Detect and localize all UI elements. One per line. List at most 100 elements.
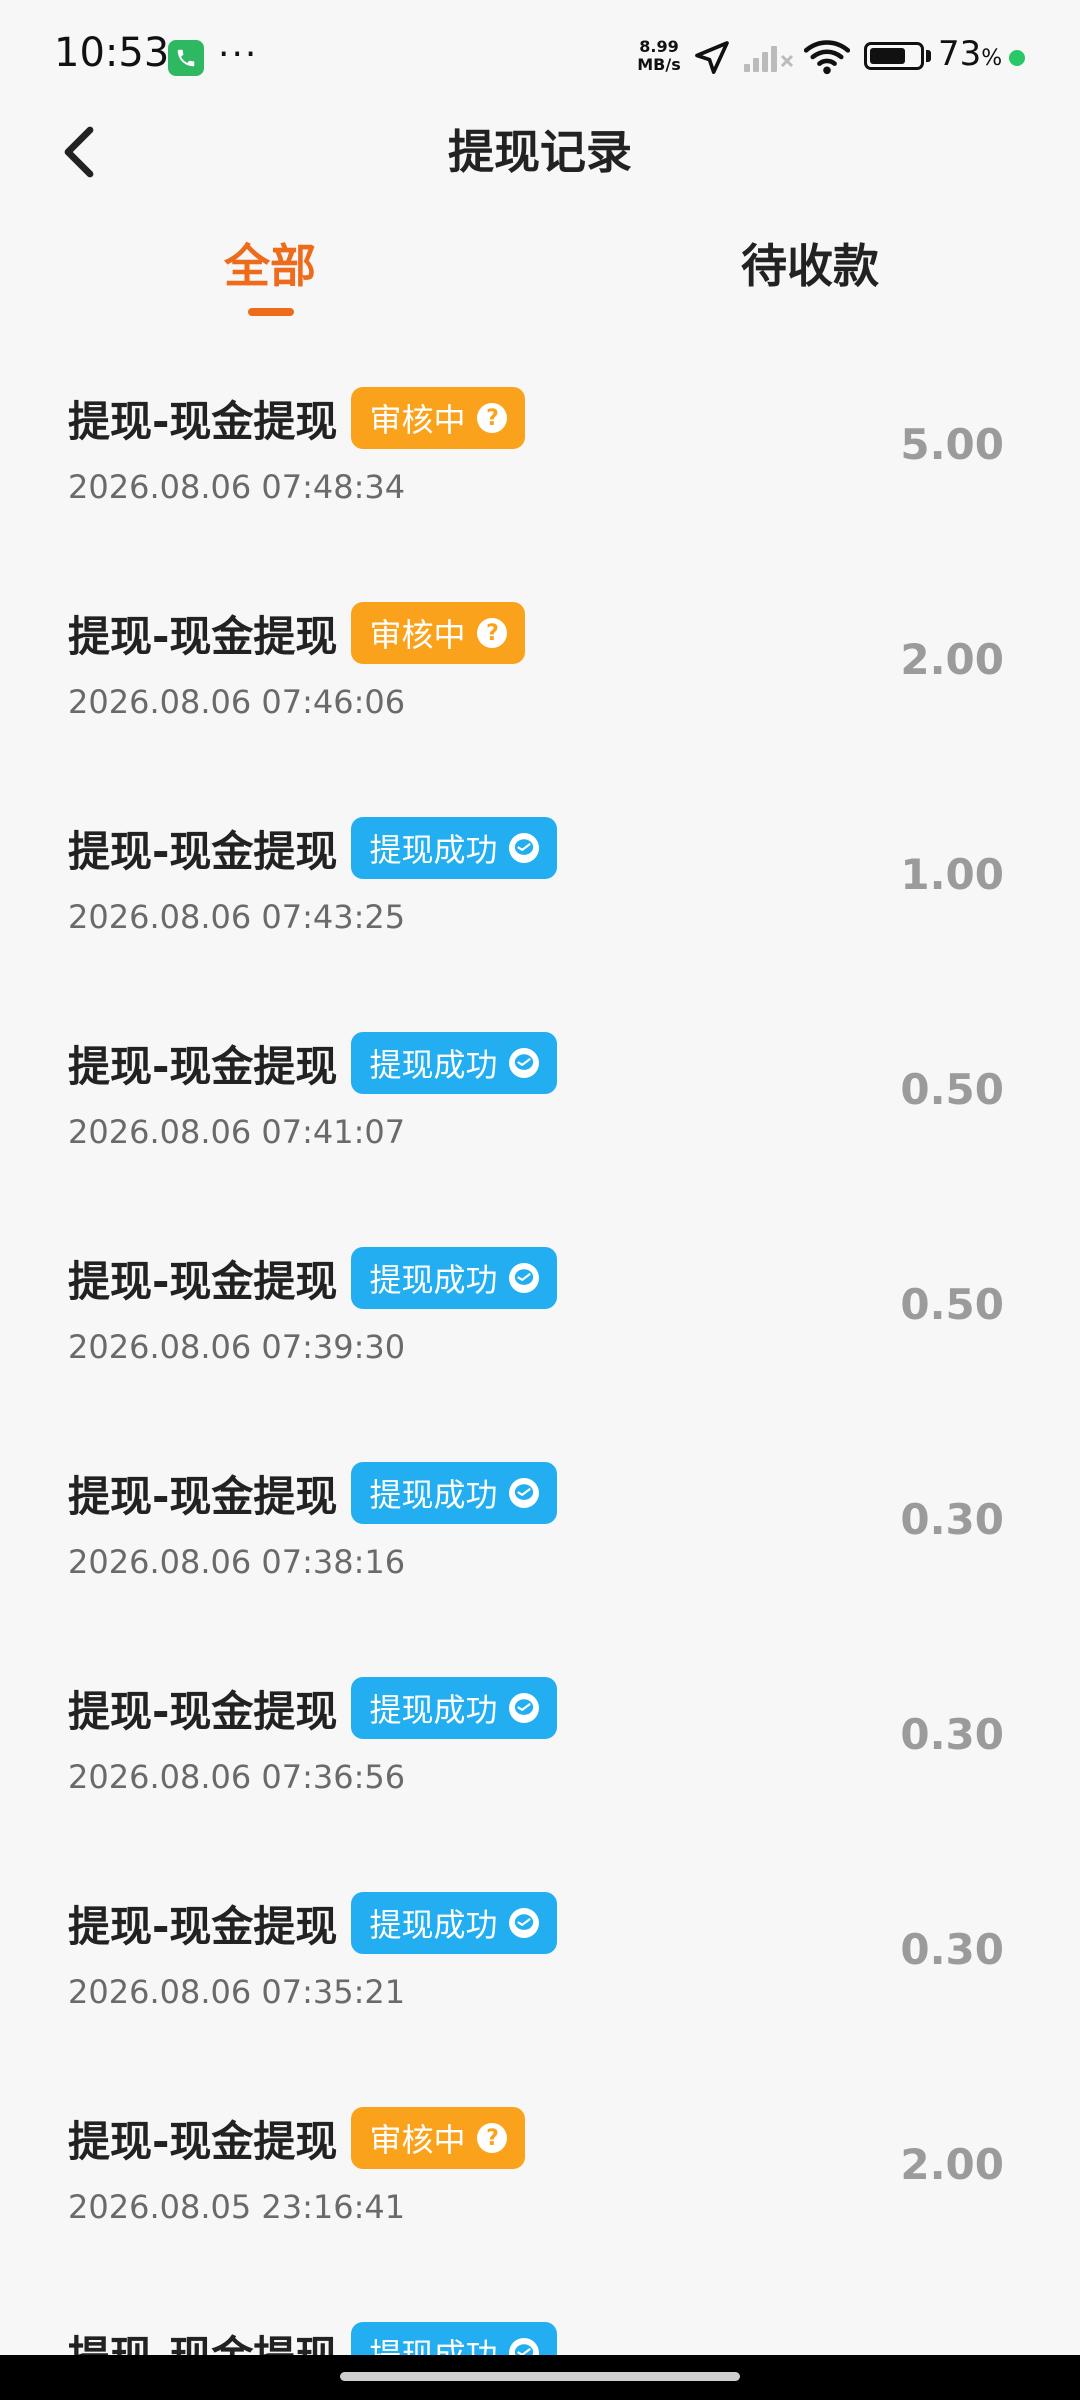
record-title-row: 提现-现金提现 审核中? <box>68 386 526 450</box>
record-amount: 1.00 <box>900 850 1004 899</box>
cellular-signal-icon <box>744 46 794 72</box>
record-row[interactable]: 提现-现金提现 提现成功 2026.08.06 07:43:25 1.00 <box>0 790 1080 1005</box>
question-circle-icon[interactable]: ? <box>477 618 508 648</box>
location-arrow-icon <box>695 41 729 74</box>
phone-call-icon <box>168 40 204 76</box>
record-time: 2026.08.06 07:46:06 <box>68 683 406 721</box>
status-more-dots: ··· <box>218 34 259 75</box>
wechat-icon <box>509 1908 540 1938</box>
record-amount: 2.00 <box>900 2140 1004 2189</box>
record-title-row: 提现-现金提现提现成功 <box>68 1031 558 1095</box>
wechat-icon <box>509 833 540 863</box>
record-amount: 0.30 <box>900 1495 1004 1544</box>
network-speed-unit: MB/s <box>637 55 681 74</box>
record-title-row: 提现-现金提现提现成功 <box>68 1461 558 1525</box>
record-title: 提现-现金提现 <box>68 1471 338 1521</box>
screen: 10:53 ··· 8.99 MB/s 73% 提现记录 全部 待收款 提现-现… <box>0 0 1080 2400</box>
question-circle-icon[interactable]: ? <box>477 2123 508 2153</box>
battery-icon <box>864 42 924 70</box>
record-title: 提现-现金提现 <box>68 2323 337 2356</box>
active-tab-indicator <box>248 308 294 316</box>
tab-all[interactable]: 全部 <box>120 230 420 296</box>
status-badge-label: 提现成功 <box>369 1476 498 1514</box>
record-title: 提现-现金提现 <box>68 2116 338 2166</box>
record-amount: 5.00 <box>900 420 1004 469</box>
wechat-icon <box>509 1478 540 1508</box>
status-badge-label: 审核中 <box>369 616 466 654</box>
wechat-icon <box>509 1693 540 1723</box>
status-time: 10:53 <box>54 30 170 76</box>
status-badge: 审核中? <box>351 387 526 449</box>
tab-pending-receipt[interactable]: 待收款 <box>660 230 960 296</box>
record-row[interactable]: 提现-现金提现 提现成功 2026.08.06 07:35:21 0.30 <box>0 1865 1080 2080</box>
question-circle-icon[interactable]: ? <box>477 403 508 433</box>
status-badge: 提现成功 <box>351 1462 558 1524</box>
status-badge: 提现成功 <box>351 1032 558 1094</box>
record-title-row: 提现-现金提现 审核中? <box>68 601 526 665</box>
status-badge: 提现成功 <box>351 1247 558 1309</box>
record-title-row: 提现-现金提现提现成功 <box>68 2321 558 2356</box>
record-amount: 0.30 <box>900 1925 1004 1974</box>
record-title: 提现-现金提现 <box>68 1686 338 1736</box>
record-row[interactable]: 提现-现金提现 提现成功 2026.08.06 07:38:16 0.30 <box>0 1435 1080 1650</box>
record-title: 提现-现金提现 <box>68 826 338 876</box>
status-badge-label: 提现成功 <box>369 1261 498 1299</box>
record-amount: 2.00 <box>900 635 1004 684</box>
record-time: 2026.08.05 23:16:41 <box>68 2188 406 2226</box>
gesture-nav-bar <box>0 2355 1080 2400</box>
status-badge-label: 提现成功 <box>369 1691 498 1729</box>
record-title-row: 提现-现金提现提现成功 <box>68 1891 558 1955</box>
page-title: 提现记录 <box>448 125 632 179</box>
record-amount: 0.50 <box>900 1065 1004 1114</box>
header: 提现记录 <box>0 110 1080 230</box>
record-time: 2026.08.06 07:35:21 <box>68 1973 406 2011</box>
status-badge: 提现成功 <box>351 817 558 879</box>
record-title-row: 提现-现金提现提现成功 <box>68 1246 558 1310</box>
record-amount: 0.30 <box>900 1710 1004 1759</box>
wechat-icon <box>509 1048 540 1078</box>
battery-percent-value: 73 <box>938 34 982 74</box>
wifi-icon <box>804 40 850 75</box>
record-title: 提现-现金提现 <box>68 1256 338 1306</box>
status-badge-label: 提现成功 <box>369 1906 498 1944</box>
status-bar: 10:53 ··· 8.99 MB/s 73% <box>0 0 1080 110</box>
record-time: 2026.08.06 07:36:56 <box>68 1758 406 1796</box>
record-amount: 0.50 <box>900 1280 1004 1329</box>
record-row[interactable]: 提现-现金提现 提现成功 2026.08.06 07:36:56 0.30 <box>0 1650 1080 1865</box>
record-title: 提现-现金提现 <box>68 1901 338 1951</box>
record-row[interactable]: 提现-现金提现 审核中? 2026.08.06 07:48:34 5.00 <box>0 360 1080 575</box>
status-indicator-dot <box>1009 50 1025 66</box>
battery-tip <box>926 50 931 62</box>
home-indicator[interactable] <box>340 2372 740 2381</box>
status-badge: 提现成功 <box>351 2322 558 2355</box>
record-row[interactable]: 提现-现金提现 审核中? 2026.08.06 07:46:06 2.00 <box>0 575 1080 790</box>
status-badge: 审核中? <box>351 602 526 664</box>
wechat-icon <box>509 1263 540 1293</box>
record-title: 提现-现金提现 <box>68 1041 338 1091</box>
record-title-row: 提现-现金提现提现成功 <box>68 816 558 880</box>
record-title: 提现-现金提现 <box>68 611 338 661</box>
status-badge-label: 审核中 <box>369 401 466 439</box>
status-badge: 审核中? <box>351 2107 526 2169</box>
record-row[interactable]: 提现-现金提现 提现成功 <box>0 2295 1080 2355</box>
wechat-icon <box>509 2338 540 2355</box>
status-badge-label: 提现成功 <box>369 831 498 869</box>
record-row[interactable]: 提现-现金提现 提现成功 2026.08.06 07:39:30 0.50 <box>0 1220 1080 1435</box>
record-title-row: 提现-现金提现提现成功 <box>68 1676 558 1740</box>
record-time: 2026.08.06 07:41:07 <box>68 1113 406 1151</box>
record-time: 2026.08.06 07:38:16 <box>68 1543 406 1581</box>
record-row[interactable]: 提现-现金提现 提现成功 2026.08.06 07:41:07 0.50 <box>0 1005 1080 1220</box>
status-badge: 提现成功 <box>351 1892 558 1954</box>
record-title-row: 提现-现金提现 审核中? <box>68 2106 526 2170</box>
network-speed: 8.99 MB/s <box>632 38 686 74</box>
status-badge: 提现成功 <box>351 1677 558 1739</box>
record-time: 2026.08.06 07:48:34 <box>68 468 406 506</box>
battery-percent-sign: % <box>981 46 1003 71</box>
record-row[interactable]: 提现-现金提现 审核中? 2026.08.05 23:16:41 2.00 <box>0 2080 1080 2295</box>
withdrawal-record-list[interactable]: 提现-现金提现 审核中? 2026.08.06 07:48:34 5.00 提现-现金提… <box>0 360 1080 2355</box>
network-speed-value: 8.99 <box>639 37 679 56</box>
record-time: 2026.08.06 07:43:25 <box>68 898 406 936</box>
record-time: 2026.08.06 07:39:30 <box>68 1328 406 1366</box>
battery-level-fill <box>870 48 905 64</box>
status-badge-label: 提现成功 <box>369 1046 498 1084</box>
